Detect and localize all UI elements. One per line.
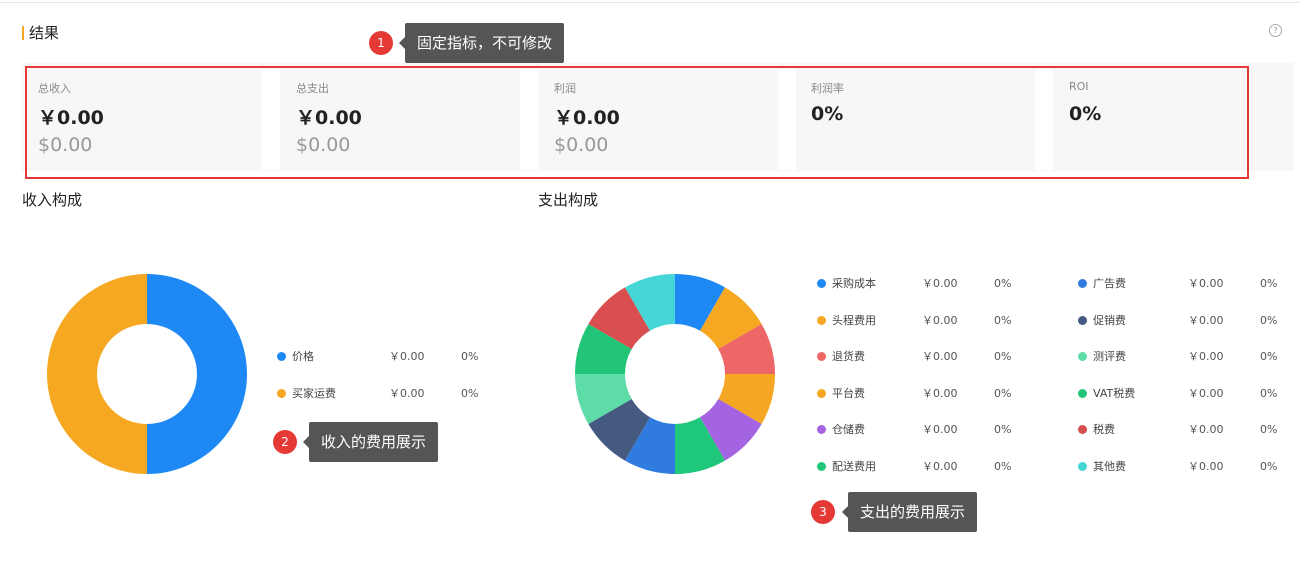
expense-legend-item: 平台费 ￥0.00 0% xyxy=(817,385,1011,401)
legend-percent: 0% xyxy=(1260,313,1278,327)
legend-amount: ￥0.00 xyxy=(1188,314,1224,327)
legend-name: 买家运费 xyxy=(292,387,336,400)
expense-legend-item: 测评费 ￥0.00 0% xyxy=(1078,348,1277,364)
legend-name: 测评费 xyxy=(1093,350,1126,363)
legend-amount: ￥0.00 xyxy=(1188,277,1224,290)
legend-name: 其他费 xyxy=(1093,460,1126,473)
top-divider xyxy=(0,2,1300,3)
legend-dot xyxy=(277,388,286,398)
expense-legend-item: 税费 ￥0.00 0% xyxy=(1078,421,1277,437)
legend-amount: ￥0.00 xyxy=(1188,350,1224,363)
income-chart-title: 收入构成 xyxy=(22,191,83,209)
expense-legend-item: 仓储费 ￥0.00 0% xyxy=(817,421,1011,437)
legend-amount: ￥0.00 xyxy=(922,277,958,290)
legend-dot xyxy=(817,278,826,288)
legend-name: 仓储费 xyxy=(832,423,865,436)
callout-tooltip-2: 收入的费用展示 xyxy=(302,422,439,462)
legend-percent: 0% xyxy=(461,349,479,363)
legend-dot xyxy=(1078,424,1087,434)
legend-percent: 0% xyxy=(461,386,479,400)
legend-dot xyxy=(1078,315,1087,325)
legend-dot xyxy=(1078,278,1087,288)
legend-dot xyxy=(277,351,286,361)
legend-dot xyxy=(817,388,826,398)
legend-name: 促销费 xyxy=(1093,314,1126,327)
legend-percent: 0% xyxy=(1260,276,1278,290)
legend-percent: 0% xyxy=(1260,422,1278,436)
legend-dot xyxy=(1078,351,1087,361)
callout-tooltip-1: 固定指标，不可修改 xyxy=(398,23,565,63)
legend-percent: 0% xyxy=(1260,349,1278,363)
help-icon[interactable]: ? xyxy=(1269,24,1282,37)
section-header: 结果 xyxy=(22,22,59,43)
expense-legend-item: 退货费 ￥0.00 0% xyxy=(817,348,1011,364)
callout-number-1: 1 xyxy=(369,31,393,55)
legend-amount: ￥0.00 xyxy=(922,423,958,436)
section-title: 结果 xyxy=(29,24,60,42)
legend-percent: 0% xyxy=(994,459,1012,473)
legend-amount: ￥0.00 xyxy=(389,350,425,363)
expense-legend-item: 配送费用 ￥0.00 0% xyxy=(817,458,1011,474)
expense-donut-chart xyxy=(575,274,775,474)
legend-amount: ￥0.00 xyxy=(922,350,958,363)
legend-amount: ￥0.00 xyxy=(1188,387,1224,400)
legend-dot xyxy=(817,461,826,471)
legend-name: 广告费 xyxy=(1093,277,1126,290)
legend-amount: ￥0.00 xyxy=(389,387,425,400)
legend-dot xyxy=(817,351,826,361)
callout-number-2: 2 xyxy=(273,430,297,454)
legend-name: 价格 xyxy=(292,350,314,363)
expense-legend-item: 促销费 ￥0.00 0% xyxy=(1078,312,1277,328)
expense-legend-item: 其他费 ￥0.00 0% xyxy=(1078,458,1277,474)
legend-percent: 0% xyxy=(994,422,1012,436)
expense-legend-item: 广告费 ￥0.00 0% xyxy=(1078,275,1277,291)
income-legend-item: 价格 ￥0.00 0% xyxy=(277,348,478,364)
legend-percent: 0% xyxy=(994,313,1012,327)
annotation-highlight-box xyxy=(25,66,1249,179)
legend-name: 采购成本 xyxy=(832,277,876,290)
legend-name: 配送费用 xyxy=(832,460,876,473)
legend-amount: ￥0.00 xyxy=(1188,423,1224,436)
expense-legend-item: 头程费用 ￥0.00 0% xyxy=(817,312,1011,328)
legend-amount: ￥0.00 xyxy=(922,314,958,327)
section-accent-bar xyxy=(22,25,24,40)
legend-amount: ￥0.00 xyxy=(922,387,958,400)
legend-name: 税费 xyxy=(1093,423,1115,436)
income-donut-chart xyxy=(47,274,247,474)
legend-percent: 0% xyxy=(994,276,1012,290)
income-slice-1[interactable] xyxy=(147,274,247,474)
expense-chart-title: 支出构成 xyxy=(538,191,599,209)
callout-tooltip-3: 支出的费用展示 xyxy=(841,492,978,532)
legend-amount: ￥0.00 xyxy=(1188,460,1224,473)
legend-percent: 0% xyxy=(994,386,1012,400)
legend-dot xyxy=(817,315,826,325)
legend-name: 头程费用 xyxy=(832,314,876,327)
legend-percent: 0% xyxy=(994,349,1012,363)
legend-percent: 0% xyxy=(1260,386,1278,400)
expense-legend-item: 采购成本 ￥0.00 0% xyxy=(817,275,1011,291)
expense-legend-item: VAT税费 ￥0.00 0% xyxy=(1078,385,1277,401)
legend-dot xyxy=(1078,388,1087,398)
legend-dot xyxy=(817,424,826,434)
callout-number-3: 3 xyxy=(811,500,835,524)
legend-name: 退货费 xyxy=(832,350,865,363)
legend-name: VAT税费 xyxy=(1093,387,1136,400)
income-slice-2[interactable] xyxy=(47,274,147,474)
legend-amount: ￥0.00 xyxy=(922,460,958,473)
legend-dot xyxy=(1078,461,1087,471)
income-legend-item: 买家运费 ￥0.00 0% xyxy=(277,385,478,401)
legend-percent: 0% xyxy=(1260,459,1278,473)
legend-name: 平台费 xyxy=(832,387,865,400)
